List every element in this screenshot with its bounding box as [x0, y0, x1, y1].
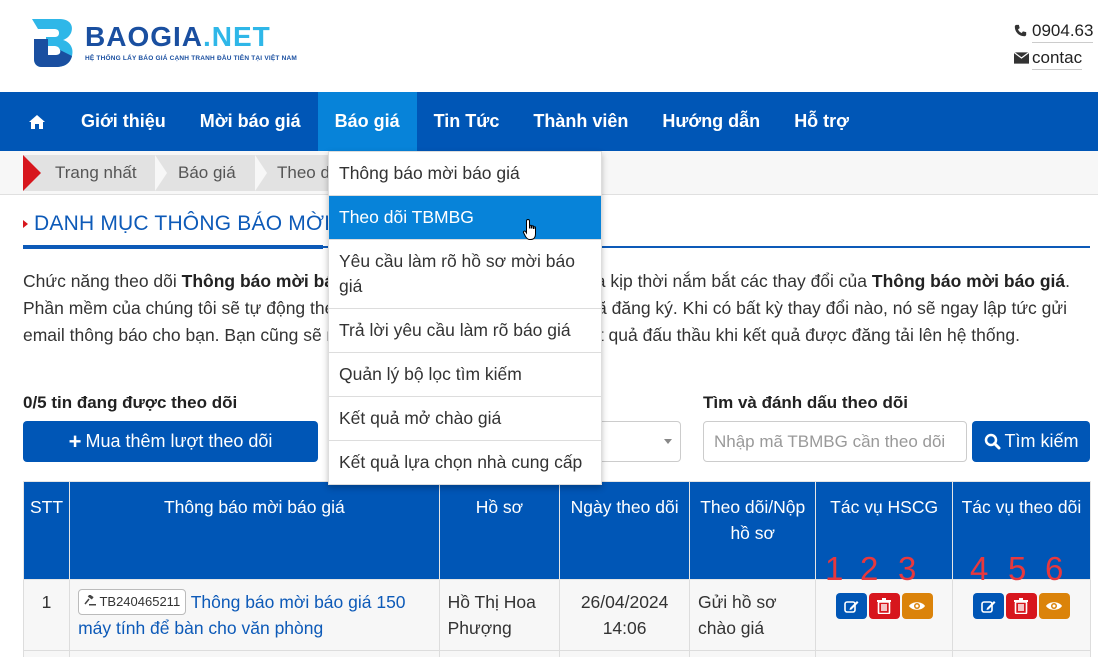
notice-code: TB240465211 [99, 594, 181, 609]
chevron-down-icon [664, 439, 672, 444]
buy-more-follows-button[interactable]: + Mua thêm lượt theo dõi [23, 421, 318, 462]
cell-empty [951, 650, 1092, 657]
cell-empty [688, 650, 817, 657]
nav-huong-dan[interactable]: Hướng dẫn [645, 92, 777, 151]
notice-code-badge[interactable]: TB240465211 [78, 589, 187, 615]
breadcrumb-item-bao-gia[interactable]: Báo giá [178, 155, 236, 191]
nav-home[interactable] [20, 92, 64, 151]
tracking-table: STT Thông báo mời báo giá Hồ sơ Ngày the… [22, 481, 1092, 657]
annotation-number: 3 [898, 550, 917, 587]
table-row: 1 TB240465211 Thông báo mời báo giá 150 … [22, 579, 1092, 651]
cell-follow-date: 26/04/2024 14:06 [559, 579, 690, 651]
delete-hscg-button[interactable] [868, 593, 900, 619]
cell-follow-actions [951, 579, 1092, 651]
cell-empty [815, 650, 953, 657]
annotation-number: 4 [970, 550, 989, 587]
bao-gia-dropdown-menu: Thông báo mời báo giá Theo dõi TBMBG Yêu… [328, 151, 602, 485]
menu-item-ket-qua-lua-chon[interactable]: Kết quả lựa chọn nhà cung cấp [329, 441, 601, 484]
annotation-number: 6 [1045, 550, 1064, 587]
cell-empty [22, 650, 71, 657]
search-icon [984, 433, 1000, 450]
menu-item-yeu-cau-lam-ro[interactable]: Yêu cầu làm rõ hồ sơ mời báo giá [329, 240, 601, 309]
search-input[interactable] [703, 421, 967, 462]
table-header-row: STT Thông báo mời báo giá Hồ sơ Ngày the… [22, 481, 1092, 580]
delete-follow-button[interactable] [1005, 593, 1037, 619]
buy-button-label: Mua thêm lượt theo dõi [85, 431, 273, 451]
email-text[interactable]: contac [1032, 48, 1083, 70]
menu-item-theo-doi-tbmbg[interactable]: Theo dõi TBMBG [329, 196, 601, 240]
annotation-number: 1 [825, 550, 844, 587]
breadcrumb-item-current[interactable]: Theo d [277, 155, 330, 191]
trash-icon [1014, 598, 1029, 614]
title-arrow-icon [23, 220, 28, 229]
cell-empty [438, 650, 561, 657]
annotation-number: 2 [860, 550, 879, 587]
cell-empty [69, 650, 440, 657]
logo-text: BAOGIA.NET [85, 21, 271, 53]
search-button[interactable]: Tìm kiếm [972, 421, 1090, 462]
site-header: BAOGIA.NET HỆ THỐNG LẤY BÁO GIÁ CẠNH TRA… [0, 0, 1098, 92]
gavel-icon [84, 594, 97, 606]
search-button-label: Tìm kiếm [1004, 431, 1079, 451]
cell-stt: 1 [22, 579, 71, 651]
trash-icon [877, 598, 892, 614]
contact-info: 0904.63 contac [1013, 18, 1094, 72]
breadcrumb-start-marker [23, 155, 41, 191]
cell-empty [559, 650, 690, 657]
search-label: Tìm và đánh dấu theo dõi [703, 393, 908, 412]
intro-text: Chức năng theo dõi [23, 271, 182, 291]
cell-notice: TB240465211 Thông báo mời báo giá 150 má… [69, 579, 440, 651]
edit-icon [843, 600, 859, 613]
edit-hscg-button[interactable] [835, 593, 867, 619]
envelope-icon [1013, 51, 1032, 67]
nav-moi-bao-gia[interactable]: Mời báo giá [183, 92, 318, 151]
menu-item-tra-loi-yeu-cau[interactable]: Trả lời yêu cầu làm rõ báo giá [329, 309, 601, 353]
breadcrumb-separator [255, 155, 267, 191]
table-row [22, 650, 1092, 657]
logo-name: BAOGIA [85, 21, 203, 52]
follow-count: 0/5 tin đang được theo dõi [23, 393, 238, 412]
header-notice: Thông báo mời báo giá [69, 481, 440, 580]
nav-gioi-thieu[interactable]: Giới thiệu [64, 92, 183, 151]
logo-tld: .NET [203, 21, 271, 52]
nav-bao-gia[interactable]: Báo giá [317, 92, 417, 151]
view-follow-button[interactable] [1038, 593, 1070, 619]
phone-icon [1014, 24, 1032, 40]
eye-icon [909, 602, 926, 610]
annotation-number: 5 [1008, 550, 1027, 587]
edit-follow-button[interactable] [972, 593, 1004, 619]
header-owner: Hồ sơ [438, 481, 561, 580]
site-logo[interactable]: BAOGIA.NET HỆ THỐNG LẤY BÁO GIÁ CẠNH TRA… [30, 15, 297, 70]
follow-date: 26/04/2024 [580, 592, 669, 612]
nav-ho-tro[interactable]: Hỗ trợ [777, 92, 866, 151]
breadcrumb-separator [155, 155, 167, 191]
header-stt: STT [22, 481, 71, 580]
phone-text[interactable]: 0904.63 [1032, 21, 1094, 43]
header-follow-date: Ngày theo dõi [559, 481, 690, 580]
view-hscg-button[interactable] [901, 593, 933, 619]
cell-hscg-actions [815, 579, 953, 651]
logo-tagline: HỆ THỐNG LẤY BÁO GIÁ CẠNH TRANH ĐẦU TIÊN… [85, 55, 297, 62]
breadcrumb-item-home[interactable]: Trang nhất [55, 155, 137, 191]
nav-tin-tuc[interactable]: Tin Tức [417, 92, 517, 151]
menu-item-quan-ly-bo-loc[interactable]: Quản lý bộ lọc tìm kiếm [329, 353, 601, 397]
cell-owner: Hồ Thị Hoa Phượng [438, 579, 561, 651]
edit-icon [981, 600, 996, 613]
intro-bold: Thông báo mời báo giá [871, 271, 1066, 291]
contact-phone[interactable]: 0904.63 [1014, 18, 1094, 45]
cell-status: Gửi hồ sơ chào giá [688, 579, 817, 651]
eye-icon [1046, 602, 1063, 610]
menu-item-thong-bao-moi-bao-gia[interactable]: Thông báo mời báo giá [329, 152, 601, 196]
hand-cursor-icon [522, 218, 536, 240]
logo-b-icon [32, 19, 73, 67]
main-nav: Giới thiệu Mời báo giá Báo giá Tin Tức T… [0, 92, 1098, 151]
home-icon [29, 114, 45, 129]
nav-thanh-vien[interactable]: Thành viên [516, 92, 645, 151]
contact-email[interactable]: contac [1013, 45, 1093, 72]
header-status: Theo dõi/Nộp hồ sơ [688, 481, 817, 580]
menu-item-ket-qua-mo-chao-gia[interactable]: Kết quả mở chào giá [329, 397, 601, 441]
plus-icon: + [68, 428, 82, 454]
follow-time: 14:06 [602, 618, 647, 638]
